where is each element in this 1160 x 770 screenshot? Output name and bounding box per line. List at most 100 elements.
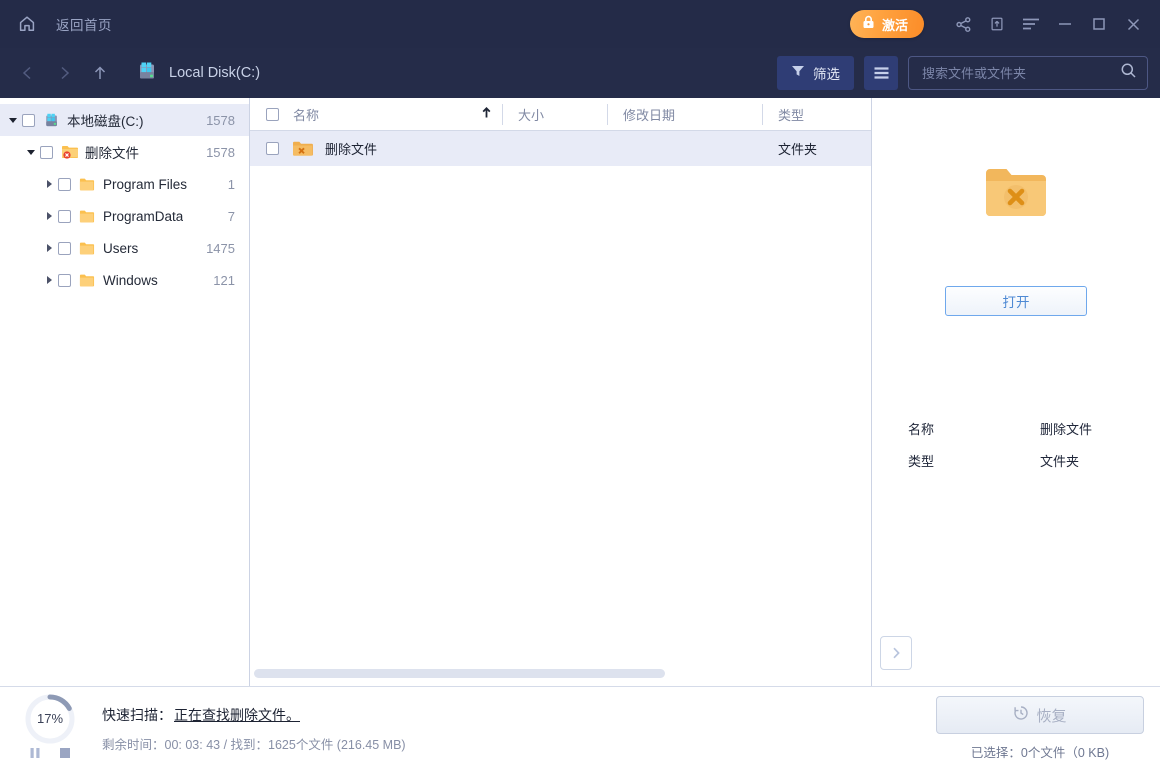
tree-item-windows[interactable]: Windows 121	[0, 264, 249, 296]
toolbar-actions: 筛选	[777, 56, 1160, 90]
table-row[interactable]: 删除文件 文件夹	[250, 131, 871, 166]
pause-icon[interactable]	[29, 747, 41, 759]
close-icon[interactable]	[1116, 8, 1150, 40]
scan-progress: 17%	[4, 699, 96, 759]
preview-properties: 名称 删除文件 类型 文件夹	[872, 412, 1160, 476]
filter-button[interactable]: 筛选	[777, 56, 854, 90]
column-header-size[interactable]: 大小	[502, 98, 607, 131]
column-header-name[interactable]: 名称	[250, 98, 502, 131]
tree-item-count: 1578	[198, 145, 235, 160]
sort-asc-icon[interactable]	[481, 107, 492, 122]
app-window: 返回首页 激活	[0, 0, 1160, 770]
stop-icon[interactable]	[59, 747, 71, 759]
tree-item-label: 删除文件	[85, 142, 139, 162]
folder-icon	[79, 239, 97, 257]
caret-collapsed-icon[interactable]	[40, 180, 58, 188]
tree-checkbox[interactable]	[58, 210, 71, 223]
tree-item-users[interactable]: Users 1475	[0, 232, 249, 264]
menu-icon[interactable]	[1014, 8, 1048, 40]
select-all-checkbox[interactable]	[266, 108, 279, 121]
column-header-type-label: 类型	[778, 105, 804, 124]
list-view-icon[interactable]	[864, 56, 898, 90]
recover-button-label: 恢复	[1036, 705, 1066, 726]
tree-item-programdata[interactable]: ProgramData 7	[0, 200, 249, 232]
tree-item-local-disk[interactable]: 本地磁盘(C:) 1578	[0, 104, 249, 136]
caret-collapsed-icon[interactable]	[40, 212, 58, 220]
tree-checkbox[interactable]	[40, 146, 53, 159]
search-box[interactable]	[908, 56, 1148, 90]
scrollbar-thumb[interactable]	[254, 669, 665, 678]
recover-button[interactable]: 恢复	[936, 696, 1144, 734]
column-header-type[interactable]: 类型	[762, 98, 871, 131]
share-icon[interactable]	[946, 8, 980, 40]
file-list-header: 名称 大小 修改日期 类型	[250, 98, 871, 131]
tree-checkbox[interactable]	[22, 114, 35, 127]
open-button[interactable]: 打开	[945, 286, 1087, 316]
tree-item-count: 1	[220, 177, 235, 192]
caret-collapsed-icon[interactable]	[40, 276, 58, 284]
tree-item-count: 1578	[198, 113, 235, 128]
folder-icon	[79, 207, 97, 225]
tree-item-label: ProgramData	[103, 209, 183, 224]
progress-ring: 17%	[24, 693, 76, 745]
home-icon[interactable]	[14, 11, 40, 37]
scan-detail: 剩余时间：00: 03: 43 / 找到：1625个文件 (216.45 MB)	[102, 734, 406, 753]
activate-label: 激活	[882, 15, 908, 34]
activate-button[interactable]: 激活	[850, 10, 924, 38]
tree-checkbox[interactable]	[58, 242, 71, 255]
minimize-icon[interactable]	[1048, 8, 1082, 40]
search-input[interactable]	[922, 66, 1120, 81]
column-header-modified[interactable]: 修改日期	[607, 98, 762, 131]
file-size	[502, 131, 607, 166]
tree-checkbox[interactable]	[58, 178, 71, 191]
property-row: 类型 文件夹	[908, 444, 1124, 476]
tree-item-count: 1475	[198, 241, 235, 256]
tree-item-count: 121	[205, 273, 235, 288]
deleted-folder-icon	[292, 140, 313, 158]
deleted-folder-icon	[61, 143, 79, 161]
column-header-size-label: 大小	[518, 105, 544, 124]
forward-button[interactable]	[46, 55, 82, 91]
deleted-folder-large-icon	[872, 166, 1160, 224]
main-body: 本地磁盘(C:) 1578 删除文件 1578	[0, 98, 1160, 686]
maximize-icon[interactable]	[1082, 8, 1116, 40]
preview-panel: 打开 名称 删除文件 类型 文件夹	[872, 98, 1160, 686]
tree-checkbox[interactable]	[58, 274, 71, 287]
caret-expanded-icon[interactable]	[22, 150, 40, 155]
up-button[interactable]	[82, 55, 118, 91]
upgrade-icon[interactable]	[980, 8, 1014, 40]
scan-title: 快速扫描： 正在查找删除文件。	[102, 705, 406, 725]
funnel-icon	[791, 64, 805, 83]
file-list: 名称 大小 修改日期 类型	[250, 98, 872, 686]
back-button[interactable]	[10, 55, 46, 91]
tree-item-count: 7	[220, 209, 235, 224]
property-key: 类型	[908, 451, 1040, 470]
breadcrumb[interactable]: Local Disk(C:)	[136, 60, 260, 87]
scan-title-prefix: 快速扫描：	[102, 705, 172, 725]
directory-tree: 本地磁盘(C:) 1578 删除文件 1578	[0, 98, 250, 686]
open-button-label: 打开	[1003, 291, 1030, 311]
window-controls: 激活	[850, 8, 1160, 40]
horizontal-scrollbar[interactable]	[254, 669, 761, 678]
tree-item-program-files[interactable]: Program Files 1	[0, 168, 249, 200]
lock-icon	[862, 15, 875, 34]
scan-title-link: 正在查找删除文件。	[174, 705, 300, 725]
folder-icon	[79, 175, 97, 193]
title-bar: 返回首页 激活	[0, 0, 1160, 48]
caret-collapsed-icon[interactable]	[40, 244, 58, 252]
chevron-right-icon[interactable]	[880, 636, 912, 670]
breadcrumb-label: Local Disk(C:)	[169, 65, 260, 81]
recover-section: 恢复 已选择：0个文件（0 KB)	[936, 696, 1160, 761]
file-list-rows: 删除文件 文件夹	[250, 131, 871, 686]
file-type: 文件夹	[762, 131, 871, 166]
home-label[interactable]: 返回首页	[56, 14, 112, 34]
file-modified	[607, 131, 762, 166]
row-checkbox[interactable]	[266, 142, 279, 155]
selection-info: 已选择：0个文件（0 KB)	[971, 742, 1109, 761]
caret-expanded-icon[interactable]	[4, 118, 22, 123]
property-key: 名称	[908, 419, 1040, 438]
progress-percent: 17%	[24, 693, 76, 745]
tree-item-deleted-files[interactable]: 删除文件 1578	[0, 136, 249, 168]
search-icon[interactable]	[1120, 62, 1137, 84]
tree-item-label: Program Files	[103, 177, 187, 192]
